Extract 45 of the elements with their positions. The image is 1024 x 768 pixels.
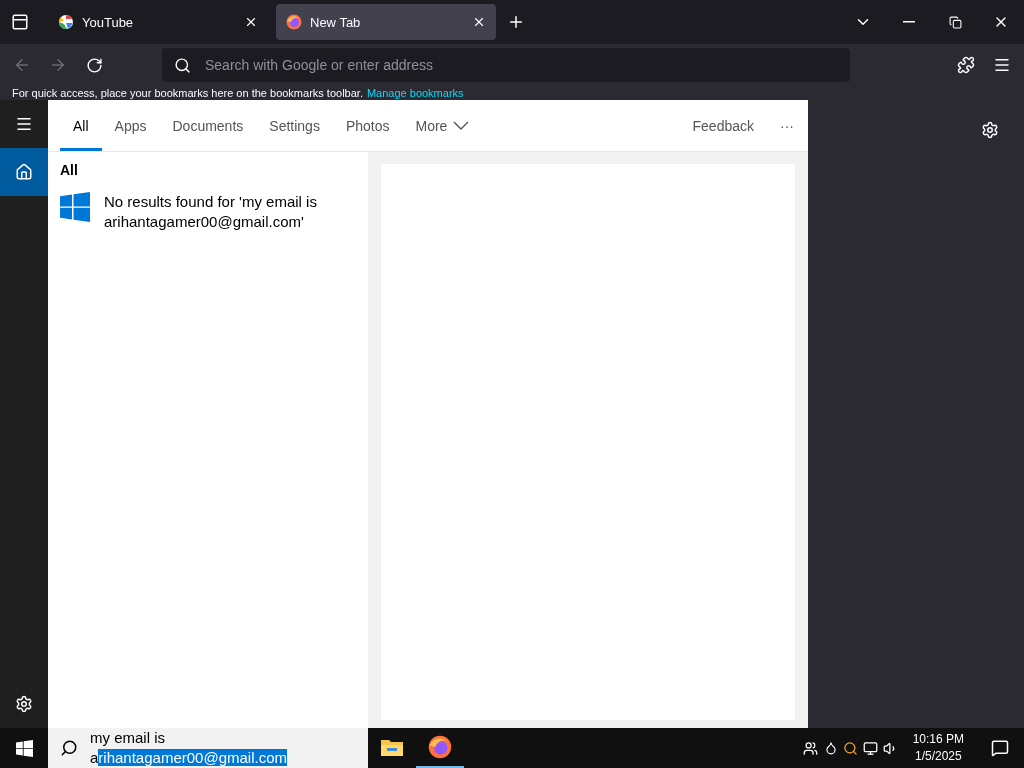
filter-tab[interactable]: Settings xyxy=(256,100,333,151)
network-icon[interactable] xyxy=(863,740,879,756)
bookmarks-hint: For quick access, place your bookmarks here on the bookmarks toolbar. xyxy=(12,86,363,100)
more-options-button[interactable]: ··· xyxy=(780,117,794,134)
browser-tab[interactable]: YouTube xyxy=(48,4,268,40)
filter-tab[interactable]: Documents xyxy=(159,100,257,151)
puzzle-icon xyxy=(957,56,975,74)
firefox-icon xyxy=(286,14,302,30)
filter-tab[interactable]: Photos xyxy=(332,100,403,151)
arrow-right-icon xyxy=(49,56,67,74)
minimize-icon xyxy=(903,21,915,23)
filter-tab[interactable]: Apps xyxy=(101,100,160,151)
home-button[interactable] xyxy=(0,148,48,196)
plus-icon xyxy=(507,13,525,31)
chevron-down-icon xyxy=(453,121,470,130)
windows-logo-icon xyxy=(15,739,33,757)
tab-list-icon xyxy=(11,13,29,31)
menu-icon xyxy=(993,56,1011,74)
feedback-link[interactable]: Feedback xyxy=(692,117,754,134)
restore-icon xyxy=(948,15,962,29)
people-icon[interactable] xyxy=(803,740,819,756)
message-icon xyxy=(991,739,1009,757)
clock[interactable]: 10:16 PM 1/5/2025 xyxy=(900,731,976,765)
reload-icon xyxy=(85,56,103,74)
search-icon xyxy=(174,56,191,74)
firefox-icon xyxy=(428,735,452,759)
menu-icon xyxy=(15,115,33,133)
settings-icon xyxy=(981,121,999,139)
browser-tab[interactable]: New Tab xyxy=(276,4,496,40)
search-icon[interactable] xyxy=(843,740,859,756)
google-icon xyxy=(58,14,74,30)
section-heading: All xyxy=(59,161,79,178)
settings-icon xyxy=(15,695,33,713)
manage-bookmarks-link[interactable]: Manage bookmarks xyxy=(366,86,464,100)
folder-icon xyxy=(381,738,403,756)
filter-tab[interactable]: More xyxy=(402,100,483,151)
search-input-field[interactable]: my email is arihantagamer00@gmail.com xyxy=(48,728,368,768)
windows-logo-icon xyxy=(60,192,90,222)
address-bar[interactable]: Search with Google or enter address xyxy=(162,48,850,82)
droplet-icon[interactable] xyxy=(823,741,838,755)
close-icon[interactable] xyxy=(244,15,258,29)
search-icon xyxy=(60,739,78,757)
home-icon xyxy=(15,163,33,181)
close-icon[interactable] xyxy=(472,15,486,29)
no-results-message: No results found for 'my email is arihantagamer00@gmail.com' xyxy=(104,192,318,232)
